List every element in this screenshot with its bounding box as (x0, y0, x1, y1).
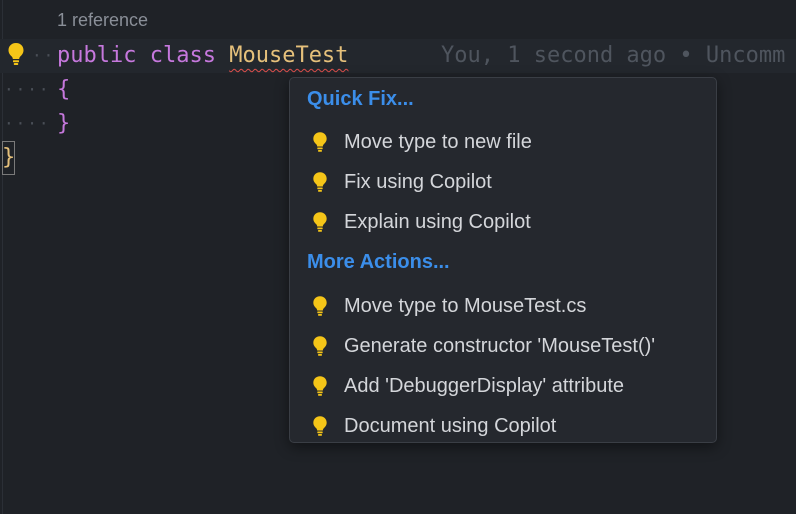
close-brace-matched: } (2, 141, 16, 175)
keyword-class: class (149, 43, 216, 68)
menu-item-label: Move type to MouseTest.cs (344, 294, 587, 317)
menu-item-explain-using-copilot[interactable]: Explain using Copilot (302, 205, 706, 239)
close-brace: } (57, 111, 71, 136)
lightbulb-icon (313, 172, 327, 192)
lightbulb-icon (313, 132, 327, 152)
keyword-public: public (57, 43, 137, 68)
menu-item-label: Fix using Copilot (344, 170, 492, 193)
code-text: public class MouseTest (57, 39, 348, 73)
open-brace: { (57, 77, 71, 102)
menu-item-label: Explain using Copilot (344, 210, 531, 233)
menu-item-add-debuggerdisplay[interactable]: Add 'DebuggerDisplay' attribute (302, 369, 706, 403)
class-name-mousetest[interactable]: MouseTest (229, 43, 348, 68)
lightbulb-icon (313, 416, 327, 436)
lightbulb-icon[interactable] (7, 42, 25, 66)
lightbulb-icon (313, 212, 327, 232)
menu-item-fix-using-copilot[interactable]: Fix using Copilot (302, 165, 706, 199)
menu-item-label: Add 'DebuggerDisplay' attribute (344, 374, 625, 397)
whitespace-dots: ···· (4, 114, 51, 133)
code-editor[interactable]: 1 reference ·· public class MouseTest Yo… (0, 0, 796, 514)
git-blame-annotation: You, 1 second ago • Uncomm (441, 43, 786, 68)
menu-item-move-type-to-file[interactable]: Move type to MouseTest.cs (302, 289, 706, 323)
menu-item-label: Generate constructor 'MouseTest()' (344, 334, 656, 357)
whitespace-dots: ···· (4, 80, 51, 99)
menu-item-generate-constructor[interactable]: Generate constructor 'MouseTest()' (302, 329, 706, 363)
quick-fix-menu[interactable]: Quick Fix... Move type to new file Fix u… (289, 77, 717, 443)
menu-item-move-type-new-file[interactable]: Move type to new file (302, 125, 706, 159)
menu-item-label: Move type to new file (344, 130, 532, 153)
lightbulb-icon (313, 336, 327, 356)
lightbulb-icon (313, 296, 327, 316)
menu-item-label: Document using Copilot (344, 414, 557, 437)
lightbulb-icon (313, 376, 327, 396)
whitespace-dots: ·· (32, 46, 56, 65)
menu-item-document-using-copilot[interactable]: Document using Copilot (302, 409, 706, 443)
codelens-references[interactable]: 1 reference (57, 10, 148, 31)
more-actions-header: More Actions... (307, 251, 450, 273)
code-line-1[interactable]: ·· public class MouseTest You, 1 second … (0, 39, 796, 73)
quick-fix-header: Quick Fix... (307, 88, 414, 110)
